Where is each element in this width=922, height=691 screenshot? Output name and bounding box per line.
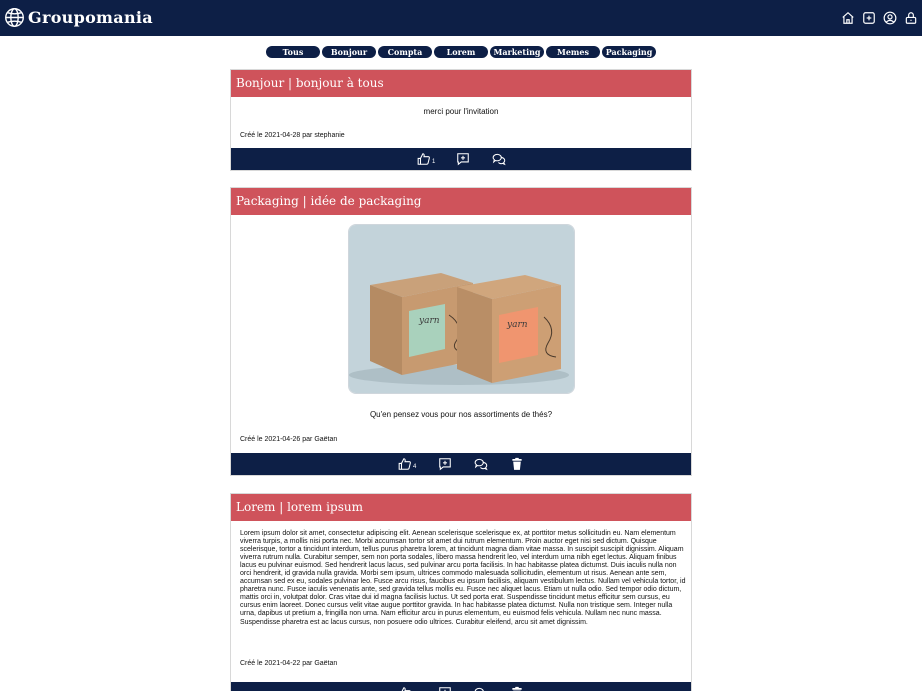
post-title[interactable]: Packaging | idée de packaging — [231, 188, 691, 215]
box-side — [370, 285, 402, 375]
category-packaging[interactable]: Packaging — [602, 46, 656, 58]
like-button[interactable]: 1 — [417, 152, 435, 166]
logout-icon[interactable] — [904, 11, 918, 25]
add-comment-button[interactable] — [456, 152, 470, 166]
comments-icon — [474, 458, 488, 471]
brand[interactable]: Groupomania — [4, 7, 153, 28]
add-comment-button[interactable] — [438, 457, 452, 471]
delete-button[interactable] — [510, 457, 524, 471]
box-label — [499, 307, 538, 363]
post-text: Qu'en pensez vous pour nos assortiments … — [369, 410, 553, 419]
post-text: merci pour l'invitation — [423, 107, 499, 116]
thumbs-up-icon — [401, 687, 411, 691]
box-brand-text: yarn — [506, 320, 528, 330]
post-actions: 2 — [231, 682, 691, 691]
packaging-photo: yarn yarn — [349, 225, 574, 393]
category-filter: Tous Bonjour Compta Lorem Marketing Meme… — [266, 46, 656, 58]
add-comment-icon — [457, 153, 469, 166]
view-comments-button[interactable] — [474, 686, 488, 691]
view-comments-button[interactable] — [474, 457, 488, 471]
like-count: 4 — [413, 464, 417, 470]
post-actions: 1 — [231, 148, 691, 170]
post-card: Bonjour | bonjour à tous merci pour l'in… — [230, 69, 692, 171]
category-lorem[interactable]: Lorem — [434, 46, 488, 58]
category-memes[interactable]: Memes — [546, 46, 600, 58]
add-comment-button[interactable] — [438, 686, 452, 691]
profile-icon[interactable] — [883, 11, 897, 25]
box-side — [457, 287, 492, 383]
home-icon[interactable] — [841, 11, 855, 25]
like-button[interactable]: 4 — [398, 457, 416, 471]
post-title[interactable]: Lorem | lorem ipsum — [231, 494, 691, 521]
globe-icon — [5, 8, 24, 27]
post-actions: 4 — [231, 453, 691, 475]
add-comment-icon — [439, 458, 451, 471]
post-title[interactable]: Bonjour | bonjour à tous — [231, 70, 691, 97]
post-body: merci pour l'invitation Créé le 2021-04-… — [231, 97, 691, 170]
box-label — [409, 304, 445, 357]
post-text: Lorem ipsum dolor sit amet, consectetur … — [240, 530, 686, 626]
post-card: Packaging | idée de packaging Qu'en pens… — [230, 187, 692, 476]
nav-icons — [841, 11, 918, 25]
view-comments-button[interactable] — [492, 152, 506, 166]
category-marketing[interactable]: Marketing — [490, 46, 544, 58]
thumbs-up-icon — [398, 458, 411, 470]
top-navbar: Groupomania — [0, 0, 922, 36]
post-meta: Créé le 2021-04-28 par stephanie — [240, 132, 345, 139]
post-meta: Créé le 2021-04-26 par Gaëtan — [240, 436, 338, 443]
category-bonjour[interactable]: Bonjour — [322, 46, 376, 58]
post-card: Lorem | lorem ipsum Lorem ipsum dolor si… — [230, 493, 692, 691]
app-title: Groupomania — [28, 8, 153, 27]
post-image: yarn yarn — [348, 224, 575, 394]
like-count: 1 — [432, 159, 436, 165]
post-body: Lorem ipsum dolor sit amet, consectetur … — [231, 521, 691, 691]
like-button[interactable]: 2 — [398, 686, 416, 691]
add-post-icon[interactable] — [862, 11, 876, 25]
box-brand-text: yarn — [418, 316, 440, 326]
add-comment-icon — [439, 687, 451, 691]
comments-icon — [474, 687, 484, 691]
thumbs-up-icon — [417, 153, 430, 165]
trash-icon — [512, 457, 522, 470]
comments-icon — [492, 153, 506, 166]
post-meta: Créé le 2021-04-22 par Gaëtan — [240, 660, 338, 667]
category-compta[interactable]: Compta — [378, 46, 432, 58]
trash-icon — [512, 686, 522, 691]
delete-button[interactable] — [510, 686, 524, 691]
category-tous[interactable]: Tous — [266, 46, 320, 58]
